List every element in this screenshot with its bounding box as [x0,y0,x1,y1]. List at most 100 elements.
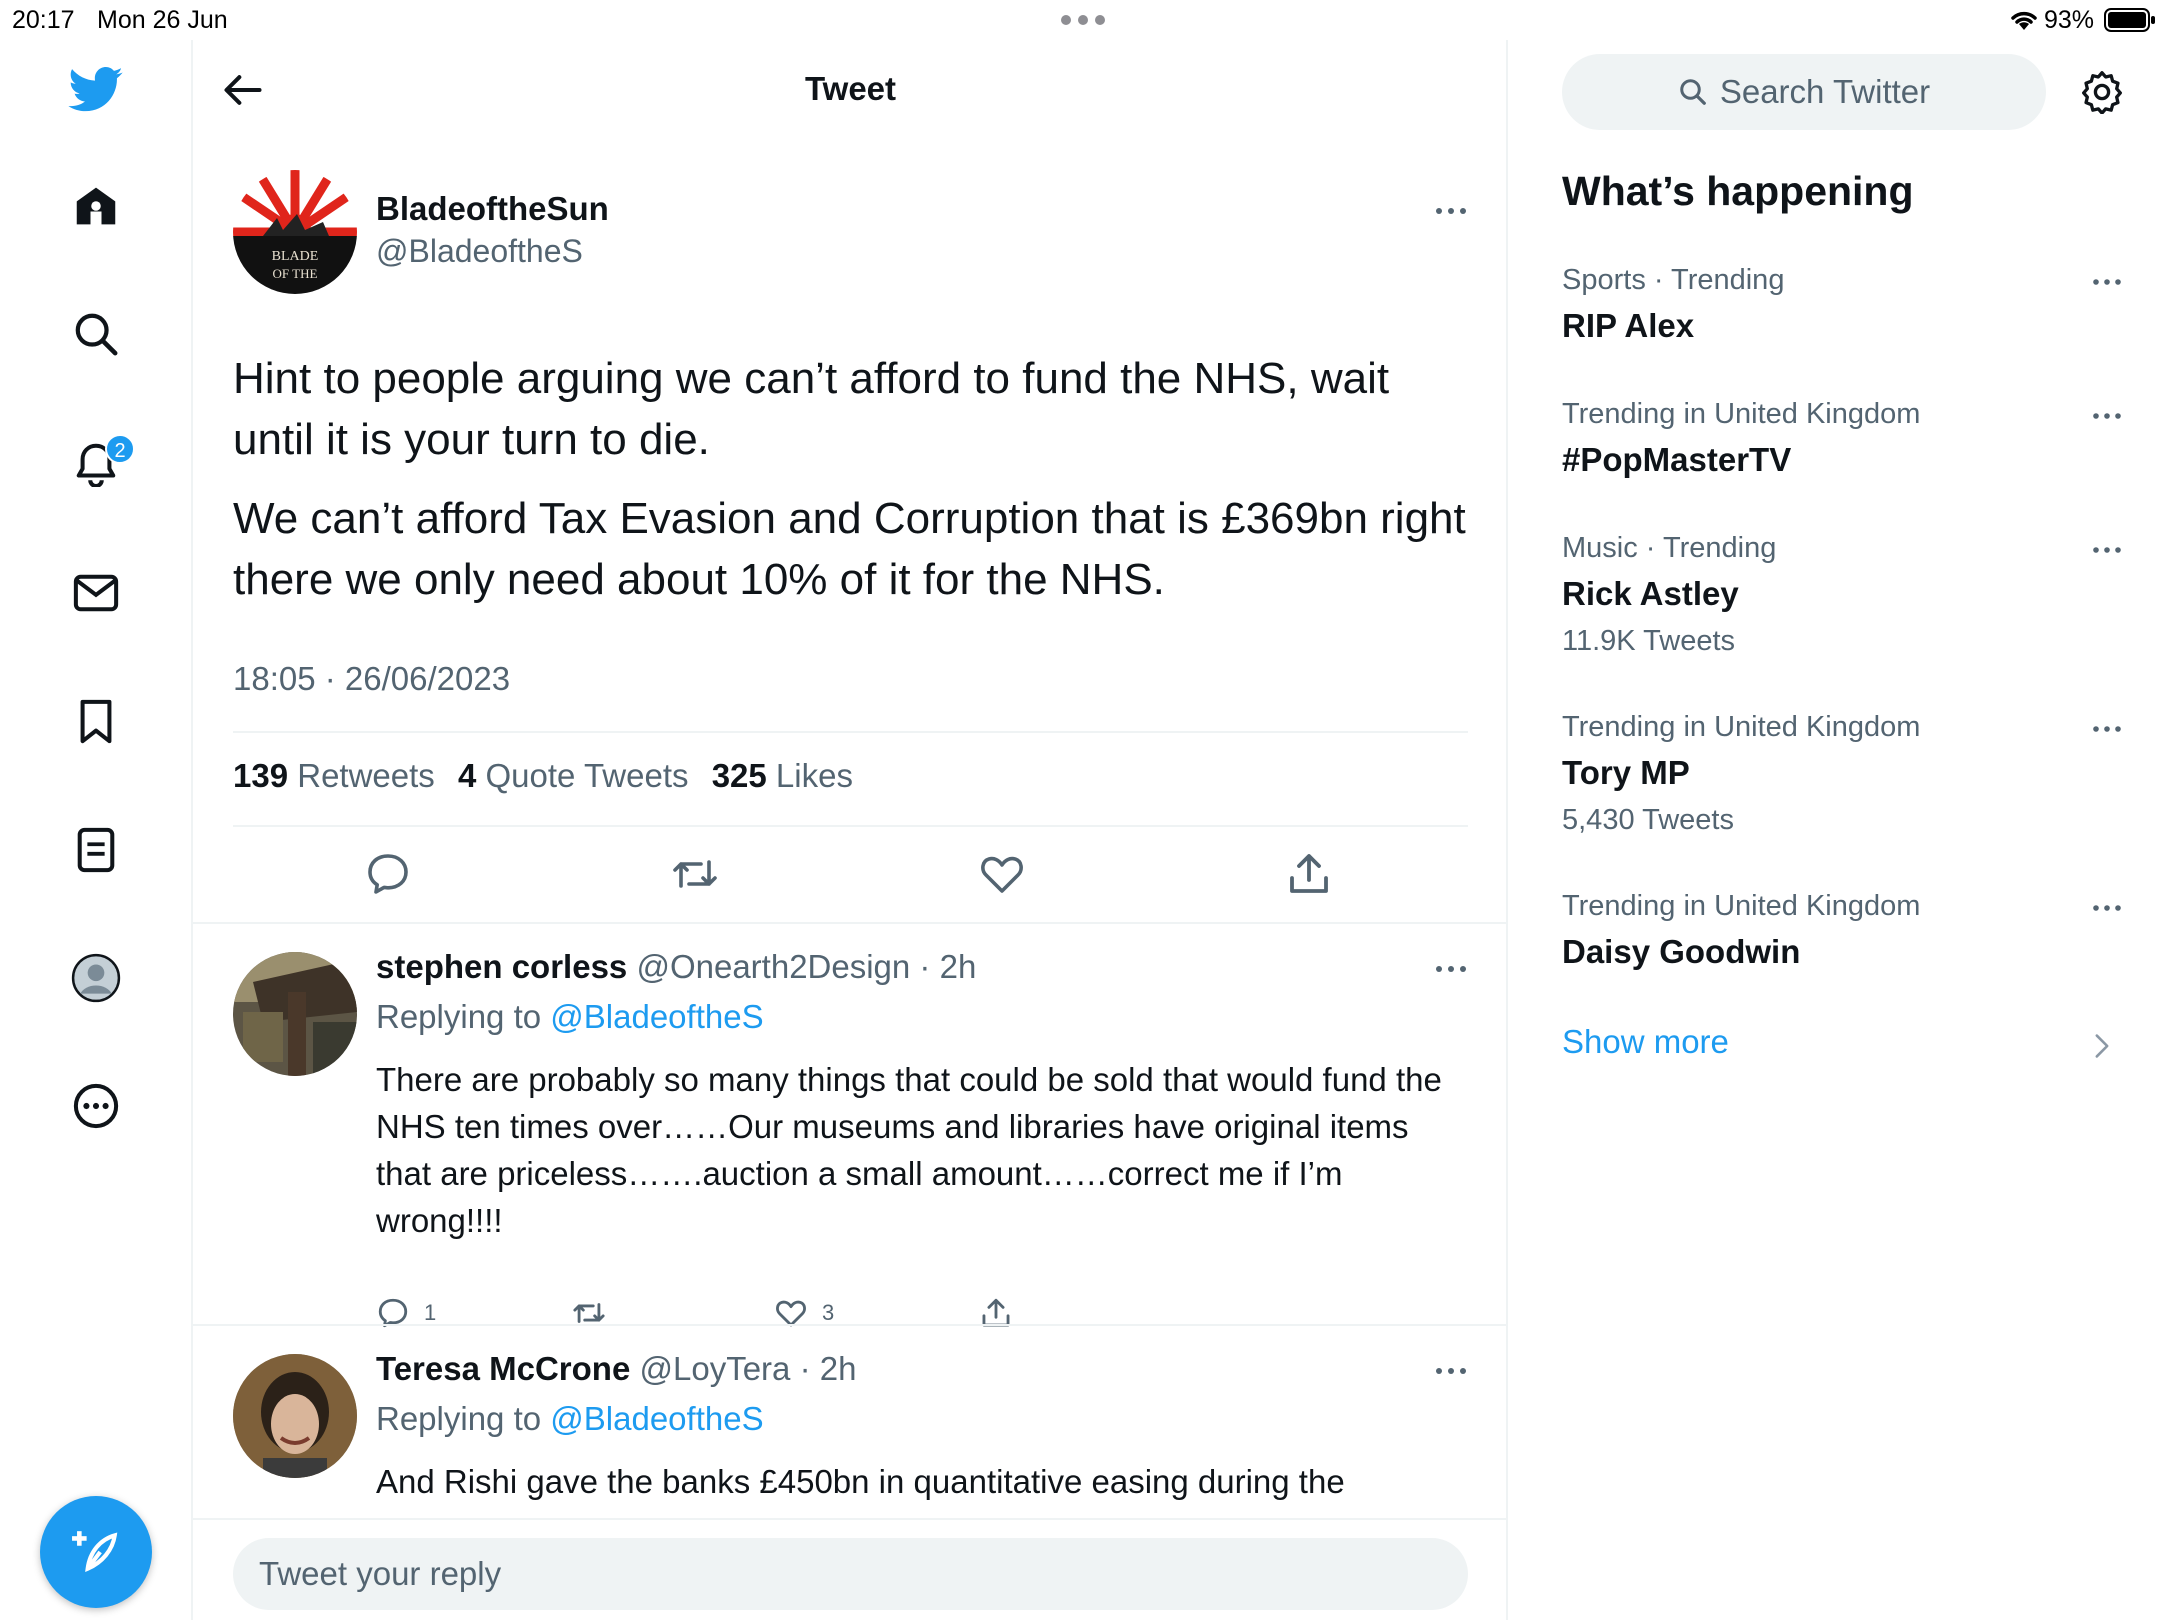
author-avatar[interactable]: BLADE OF THE [233,170,357,294]
reply-text: There are probably so many things that c… [376,1061,1442,1239]
nav-more[interactable] [60,1070,132,1142]
status-time: 20:17 [12,6,75,34]
retweets-count: 139 [233,757,289,794]
reply-author-meta[interactable]: @LoyTera · 2h [640,1350,857,1387]
compose-feather-icon [72,1531,118,1573]
tweet-paragraph: Hint to people arguing we can’t afford t… [233,354,1390,464]
divider [193,922,1506,924]
like-count: 3 [822,1300,835,1325]
tweet-timestamp[interactable]: 18:05 · 26/06/2023 [233,660,510,698]
reply-author-name[interactable]: Teresa McCrone [376,1350,630,1387]
reply-author-meta[interactable]: @Onearth2Design · 2h [636,948,976,985]
search-icon [75,313,118,356]
likes-label[interactable]: Likes [776,757,853,794]
author-name[interactable]: BladeoftheSun [376,190,609,228]
tweet-header: Tweet [193,40,1506,140]
trend-count: 11.9K Tweets [1562,625,1736,657]
trend-more-icon[interactable] [2092,546,2122,554]
nav-explore[interactable] [60,298,132,370]
home-icon [76,187,116,225]
search-twitter-input[interactable]: Search Twitter [1562,54,2046,130]
trend-count: 5,430 Tweets [1562,804,1734,836]
trend-meta: Trending in United Kingdom [1562,890,1921,922]
replying-prefix: Replying to [376,1400,542,1437]
mail-icon [73,574,119,612]
replying-prefix: Replying to [376,998,542,1035]
trend-more-icon[interactable] [2092,904,2122,912]
replying-mention[interactable]: @BladeoftheS [550,998,763,1035]
profile-icon [71,953,121,1003]
reply-header: stephen corless @Onearth2Design · 2h [376,948,976,986]
tweet-text: Hint to people arguing we can’t afford t… [233,348,1473,628]
reply-avatar[interactable] [233,952,357,1076]
trend-meta: Sports · Trending [1562,264,1785,296]
svg-text:BLADE: BLADE [272,249,319,264]
trend-meta: Trending in United Kingdom [1562,398,1921,430]
reply-more-icon[interactable] [1435,1366,1467,1376]
nav-profile[interactable] [60,942,132,1014]
nav-home[interactable] [60,170,132,242]
nav-lists[interactable] [60,814,132,886]
trend-name: RIP Alex [1562,307,1695,344]
trend-more-icon[interactable] [2092,278,2122,286]
reply-avatar[interactable] [233,1354,357,1478]
reply-actions: 1 3 [376,1296,1076,1336]
trend-name: #PopMasterTV [1562,441,1792,478]
reply-count: 1 [424,1300,437,1325]
share-icon[interactable] [1285,850,1333,898]
trend-name: Daisy Goodwin [1562,933,1801,970]
more-circle-icon [73,1083,119,1129]
trend-item[interactable]: Trending in United Kingdom Daisy Goodwin [1562,890,2122,971]
divider [233,825,1468,827]
right-sidebar: Search Twitter What’s happening Sports ·… [1510,40,2160,1620]
multitasking-dots-icon[interactable] [1060,14,1106,26]
battery-icon [2104,8,2155,32]
svg-text:OF THE: OF THE [273,266,318,281]
trend-more-icon[interactable] [2092,725,2122,733]
trend-item[interactable]: Sports · Trending RIP Alex [1562,264,2122,345]
twitter-logo-icon[interactable] [60,54,132,126]
reply-more-icon[interactable] [1435,964,1467,974]
trend-item[interactable]: Trending in United Kingdom Tory MP 5,430… [1562,711,2122,837]
trend-meta: Trending in United Kingdom [1562,711,1921,743]
trend-name: Tory MP [1562,754,1690,791]
trend-item[interactable]: Music · Trending Rick Astley 11.9K Tweet… [1562,532,2122,658]
nav-notifications[interactable]: 2 [60,428,135,500]
reply-composer [193,1518,1506,1620]
trend-more-icon[interactable] [2092,412,2122,420]
author-handle[interactable]: @BladeoftheS [376,233,583,270]
reply-header: Teresa McCrone @LoyTera · 2h [376,1350,856,1388]
nav-messages[interactable] [60,557,132,629]
trend-item[interactable]: Trending in United Kingdom #PopMasterTV [1562,398,2122,479]
search-icon [1680,79,1706,105]
battery-percent: 93% [2044,6,2095,34]
like-icon[interactable] [978,850,1026,898]
nav-bookmarks[interactable] [60,686,132,758]
show-more-link[interactable]: Show more [1562,1023,1729,1061]
status-bar: 20:17 Mon 26 Jun 93% [0,0,2160,40]
search-placeholder: Search Twitter [1719,73,1931,110]
compose-tweet-button[interactable] [40,1496,152,1608]
reply-icon[interactable] [364,850,412,898]
tweet-stats: 139 Retweets 4 Quote Tweets 325 Likes [233,757,853,795]
divider [193,1324,1506,1326]
reply-author-name[interactable]: stephen corless [376,948,627,985]
retweets-label[interactable]: Retweets [297,757,435,794]
tweet-more-icon[interactable] [1435,206,1467,216]
quotes-count: 4 [457,757,477,794]
tweet-detail-column: Tweet BLADE OF THE BladeoftheSun @Bladeo… [193,40,1508,1620]
wifi-icon [2011,11,2037,30]
tweet-paragraph: We can’t afford Tax Evasion and Corrupti… [233,494,1466,604]
retweet-icon[interactable] [671,850,719,898]
bookmark-icon [80,699,112,744]
settings-gear-icon[interactable] [2080,70,2124,114]
replying-mention[interactable]: @BladeoftheS [550,1400,763,1437]
quotes-label[interactable]: Quote Tweets [486,757,689,794]
notification-badge: 2 [105,434,135,464]
page-title: Tweet [804,70,897,107]
chevron-right-icon[interactable] [2093,1033,2111,1059]
tweet-reply-input[interactable] [233,1538,1468,1610]
trend-name: Rick Astley [1562,575,1739,612]
replying-to: Replying to @BladeoftheS [376,998,764,1036]
reply-text: And Rishi gave the banks £450bn in quant… [376,1463,1345,1500]
